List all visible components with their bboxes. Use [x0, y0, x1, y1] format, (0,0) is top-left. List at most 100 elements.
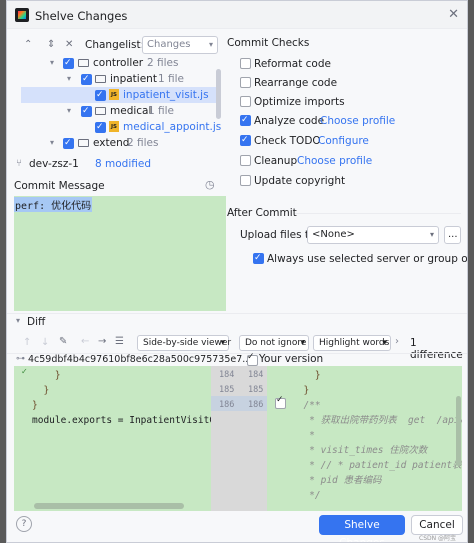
expand-all-icon[interactable]: ⇕	[47, 39, 55, 50]
highlight-value: Highlight words	[319, 338, 390, 348]
left-revision: 4c59dbf4b4c97610bf8e6c28a500c975735e7...	[28, 354, 252, 365]
check-label: Check TODO	[254, 135, 321, 147]
commit-icon: ⊶	[16, 354, 25, 364]
checkbox-icon[interactable]	[240, 58, 251, 69]
code-line: }	[32, 400, 38, 411]
checkbox-icon[interactable]	[63, 135, 74, 151]
code-line: * 获取出院带药列表 get /api/v2	[292, 415, 462, 426]
checkbox-icon[interactable]	[240, 112, 251, 128]
branch-icon: ⑂	[16, 158, 22, 169]
file-icon[interactable]: ☰	[115, 336, 124, 347]
check-label: Reformat code	[254, 58, 331, 70]
chevron-down-icon[interactable]: ▾	[67, 103, 71, 119]
chevron-down-icon[interactable]: ▾	[67, 71, 71, 87]
history-icon[interactable]: ◷	[205, 178, 215, 191]
title-bar: Shelve Changes ✕	[7, 1, 467, 29]
expand-icon[interactable]: ⌃	[24, 39, 32, 50]
edit-icon[interactable]: ✎	[59, 336, 67, 347]
horizontal-scrollbar[interactable]	[34, 503, 184, 509]
check-label: Cleanup	[254, 155, 298, 167]
branch-name: dev-zsz-1	[29, 158, 79, 170]
window-title: Shelve Changes	[35, 9, 128, 23]
checkbox-icon[interactable]	[240, 77, 251, 88]
tree-label: extend	[93, 137, 130, 149]
choose-profile-link[interactable]: Choose profile	[297, 153, 372, 169]
diff-editor: ✓ } }} module.exports = InpatientVisitCo …	[14, 366, 462, 511]
chevron-down-icon: ▾	[220, 338, 225, 348]
difference-count: 1 difference	[410, 337, 463, 361]
chevron-down-icon[interactable]: ▾	[16, 316, 20, 325]
changelist-select[interactable]: Changes ▾	[142, 36, 218, 54]
collapse-all-icon[interactable]: ✕	[65, 39, 73, 50]
right-revision: Your version	[259, 353, 324, 365]
line-number: 186	[219, 400, 235, 410]
viewer-select[interactable]: Side-by-side viewer ▾	[137, 335, 231, 351]
right-code: } } /** * 获取出院带药列表 get /api/v2 * * visit…	[292, 368, 462, 503]
chevron-down-icon: ▾	[382, 338, 387, 348]
checkbox-icon[interactable]	[95, 87, 106, 103]
prev-diff-icon[interactable]: ↑	[23, 337, 31, 348]
chevron-right-icon[interactable]: ▾	[50, 135, 54, 151]
check-mark-icon: ✓	[247, 352, 255, 362]
code-line: * // * patient_id patient表中_i	[309, 460, 462, 471]
commit-message-input[interactable]	[14, 196, 226, 311]
tree-row-medical-appoint[interactable]: JS medical_appoint.js	[17, 119, 222, 135]
help-button[interactable]: ?	[16, 516, 32, 532]
tree-count: 2 files	[147, 57, 179, 69]
tree-row-inpatient-visit[interactable]: JS inpatient_visit.js	[21, 87, 218, 103]
checkbox-icon[interactable]	[240, 175, 251, 186]
tree-row-controller[interactable]: ▾ controller 2 files	[17, 55, 222, 71]
tree-count: 2 files	[127, 137, 159, 149]
chevron-down-icon: ▾	[300, 338, 305, 348]
diff-scrollbar[interactable]	[456, 396, 461, 466]
whitespace-value: Do not ignore	[245, 338, 307, 348]
checkbox-icon[interactable]	[95, 119, 106, 135]
tree-label: inpatient_visit.js	[123, 89, 209, 101]
checkbox-icon[interactable]	[240, 96, 251, 107]
highlight-select[interactable]: Highlight words ▾	[313, 335, 391, 351]
diff-left-pane: ✓ } }} module.exports = InpatientVisitCo	[14, 366, 221, 511]
back-icon[interactable]: ←	[81, 336, 89, 347]
chevron-down-icon[interactable]: ▾	[50, 55, 54, 71]
checkbox-icon[interactable]	[63, 55, 74, 71]
tree-row-extend[interactable]: ▾ extend 2 files	[17, 135, 222, 151]
check-mark-icon: ✓	[276, 395, 284, 405]
checkbox-icon[interactable]	[240, 155, 251, 166]
code-line: * pid 患者编码	[292, 475, 382, 486]
changes-tree: ▾ controller 2 files ▾ inpatient 1 file …	[17, 53, 222, 153]
tree-count: 1 file	[148, 105, 175, 117]
checkbox-icon[interactable]	[81, 103, 92, 119]
left-code: } }} module.exports = InpatientVisitCo	[32, 368, 221, 428]
changelist-label: Changelist:	[85, 39, 145, 51]
tree-scrollbar[interactable]	[216, 69, 221, 119]
checkbox-icon[interactable]	[253, 250, 264, 266]
code-line: * visit_times 住院次数	[292, 445, 428, 456]
next-diff-icon[interactable]: ↓	[41, 337, 49, 348]
diff-right-pane: } } /** * 获取出院带药列表 get /api/v2 * * visit…	[290, 366, 462, 511]
code-line: */	[292, 490, 321, 501]
browse-servers-button[interactable]: ...	[444, 226, 461, 244]
commit-message-text: perf: 优化代码	[14, 197, 93, 212]
diff-title: Diff	[27, 316, 46, 328]
tree-row-inpatient[interactable]: ▾ inpatient 1 file	[17, 71, 222, 87]
close-icon[interactable]: ✕	[448, 7, 459, 22]
code-line: }	[292, 370, 321, 381]
code-line: module.exports = InpatientVisitCo	[32, 415, 221, 426]
left-line-numbers: 184 185 186	[219, 368, 234, 413]
checkbox-icon[interactable]	[81, 71, 92, 87]
choose-profile-link[interactable]: Choose profile	[320, 113, 395, 129]
modified-count[interactable]: 8 modified	[95, 158, 151, 170]
whitespace-select[interactable]: Do not ignore ▾	[239, 335, 309, 351]
shelve-changes-button[interactable]: Shelve Changes	[319, 515, 405, 542]
forward-icon[interactable]: →	[98, 336, 106, 347]
more-icon[interactable]: ›	[395, 336, 399, 347]
configure-link[interactable]: Configure	[318, 133, 369, 149]
upload-select[interactable]: <None> ▾	[307, 226, 439, 244]
cancel-button[interactable]: Cancel	[411, 515, 463, 535]
checkbox-icon[interactable]	[240, 132, 251, 148]
tree-label: medical	[110, 105, 152, 117]
folder-icon	[95, 75, 106, 83]
tree-row-medical[interactable]: ▾ medical 1 file	[17, 103, 222, 119]
code-line: }	[32, 385, 50, 396]
line-number: 184	[248, 370, 264, 380]
